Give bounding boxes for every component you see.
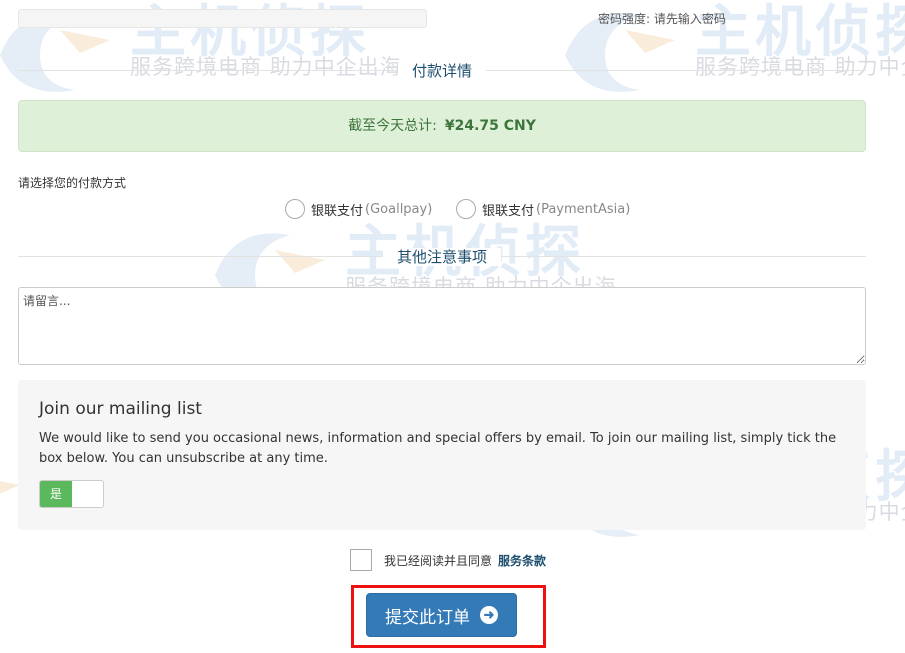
terms-text: 我已经阅读并且同意	[384, 553, 493, 568]
mailing-list-panel: Join our mailing list We would like to s…	[18, 380, 866, 530]
payment-option-goallpay[interactable]: 银联支付 (Goallpay)	[285, 199, 432, 219]
mailing-list-toggle[interactable]: 是	[39, 480, 104, 508]
terms-checkbox[interactable]	[350, 549, 372, 571]
notes-heading: 其他注意事项	[18, 246, 866, 267]
watermark-brand: 主机侦探	[695, 0, 905, 65]
radio-goallpay[interactable]	[285, 199, 305, 219]
payment-option-name: 银联支付	[311, 203, 364, 219]
payment-option-sub: (Goallpay)	[365, 201, 433, 217]
total-value: ¥24.75 CNY	[444, 118, 536, 134]
arrow-circle-right-icon: ➜	[480, 606, 498, 624]
total-label: 截至今天总计:	[348, 118, 437, 134]
notes-textarea[interactable]	[18, 287, 866, 365]
terms-agreement: 我已经阅读并且同意 服务条款	[350, 549, 546, 571]
toggle-on-label: 是	[40, 481, 72, 507]
notes-title: 其他注意事项	[382, 248, 501, 266]
payment-method-label: 请选择您的付款方式	[18, 176, 127, 190]
password-strength-label: 密码强度: 请先输入密码	[598, 12, 726, 26]
payment-details-heading: 付款详情	[18, 60, 866, 81]
radio-paymentasia[interactable]	[456, 199, 476, 219]
mailing-list-title: Join our mailing list	[39, 399, 202, 419]
mailing-list-text: We would like to send you occasional new…	[39, 431, 837, 466]
payment-option-name: 银联支付	[482, 203, 535, 219]
payment-option-sub: (PaymentAsia)	[536, 201, 631, 217]
password-strength-bar	[18, 9, 427, 28]
submit-order-button[interactable]: 提交此订单 ➜	[366, 593, 517, 637]
terms-of-service-link[interactable]: 服务条款	[498, 552, 546, 569]
submit-order-label: 提交此订单	[385, 607, 470, 627]
payment-details-title: 付款详情	[397, 62, 486, 80]
total-summary: 截至今天总计: ¥24.75 CNY	[18, 100, 866, 152]
payment-option-paymentasia[interactable]: 银联支付 (PaymentAsia)	[456, 199, 630, 219]
